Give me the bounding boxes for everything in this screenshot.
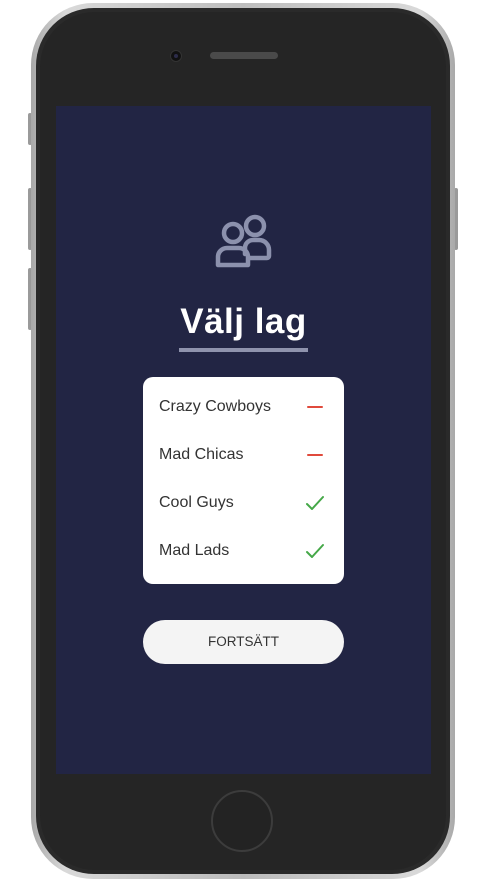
check-icon (306, 544, 324, 558)
team-name: Mad Lads (159, 542, 230, 559)
team-list: Crazy Cowboys Mad Chicas Cool Guys Mad L… (143, 377, 344, 584)
team-row[interactable]: Mad Lads (143, 529, 344, 577)
continue-button[interactable]: FORTSÄTT (143, 620, 344, 664)
app-screen: Välj lag Crazy Cowboys Mad Chicas Cool G… (56, 106, 431, 774)
team-row[interactable]: Mad Chicas (143, 433, 344, 481)
team-row[interactable]: Cool Guys (143, 481, 344, 529)
team-name: Mad Chicas (159, 446, 244, 463)
page-title: Välj lag (180, 302, 307, 341)
title-underline (179, 348, 308, 352)
home-button[interactable] (211, 790, 273, 852)
team-name: Crazy Cowboys (159, 398, 272, 415)
mockup-stage: Välj lag Crazy Cowboys Mad Chicas Cool G… (0, 0, 477, 889)
check-icon (306, 496, 324, 510)
earpiece-speaker (210, 52, 278, 59)
minus-icon (307, 454, 323, 456)
minus-icon (307, 406, 323, 408)
team-name: Cool Guys (159, 494, 234, 511)
front-camera (170, 50, 182, 62)
team-row[interactable]: Crazy Cowboys (143, 385, 344, 433)
team-icon (215, 214, 272, 268)
